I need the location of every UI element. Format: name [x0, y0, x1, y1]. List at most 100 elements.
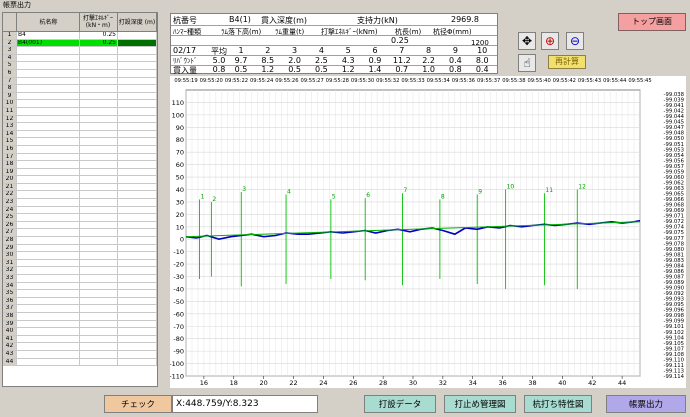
penetration-value: 0.4: [475, 65, 489, 74]
row-pile-name: [17, 115, 80, 123]
pile-list-row[interactable]: 30: [3, 252, 157, 260]
pile-list-row[interactable]: 24: [3, 206, 157, 215]
time-tick-label: 09:55:43: [578, 78, 601, 84]
pile-list-row[interactable]: 7: [3, 77, 157, 86]
pile-list-row[interactable]: 33: [3, 275, 157, 283]
pile-list-row[interactable]: 31: [3, 259, 157, 268]
pile-list-row[interactable]: 14: [3, 130, 157, 139]
waveform-chart[interactable]: 110 100 90 80 70 60 50 40 30 20 10 0 -10 -20 -30 -40 -50…: [169, 76, 686, 388]
pile-list-row[interactable]: 4: [3, 54, 157, 63]
row-depth: [118, 229, 157, 237]
pile-list-row[interactable]: 2 B4(001) 0.25: [3, 39, 157, 48]
pile-list-row[interactable]: 22: [3, 191, 157, 200]
hand-icon[interactable]: ☝: [518, 54, 536, 72]
pile-list-row[interactable]: 38: [3, 312, 157, 321]
time-tick-label: 09:55:38: [502, 78, 525, 84]
row-depth: [118, 214, 157, 221]
pile-list-row[interactable]: 39: [3, 320, 157, 329]
row-energy: [80, 199, 118, 206]
time-tick-label: 09:55:33: [401, 78, 424, 84]
pile-list-row[interactable]: 20: [3, 176, 157, 184]
penet-avg: 0.8: [212, 65, 226, 74]
row-depth: [118, 221, 157, 229]
row-energy: [80, 206, 118, 214]
pile-characteristic-button[interactable]: 杭打ち特性図: [524, 395, 592, 413]
header-pile-name: 杭名称: [17, 13, 80, 31]
pile-list-row[interactable]: 13: [3, 123, 157, 131]
blow-column-number: 6: [372, 46, 378, 55]
x-tick-label: 16: [200, 379, 208, 387]
stop-chart-button[interactable]: 打止め管理図: [444, 395, 516, 413]
pile-list-row[interactable]: 42: [3, 343, 157, 351]
check-button[interactable]: チェック: [104, 395, 172, 413]
pile-list-row[interactable]: 3: [3, 47, 157, 55]
pile-list-row[interactable]: 36: [3, 297, 157, 306]
pile-list-row[interactable]: 19: [3, 168, 157, 177]
pile-list-row[interactable]: 9: [3, 92, 157, 101]
header-energy: 打撃ｴﾈﾙｷﾞｰ (kN・m): [80, 13, 118, 31]
row-depth: [118, 92, 157, 100]
row-number: 23: [3, 199, 17, 206]
y-tick-label: -100: [170, 360, 184, 368]
row-energy: [80, 229, 118, 237]
pile-list-row[interactable]: 25: [3, 214, 157, 222]
pile-list-row[interactable]: 6: [3, 69, 157, 78]
top-screen-button[interactable]: トップ画面: [618, 13, 686, 31]
recalculate-button[interactable]: 再計算: [548, 55, 586, 69]
pile-list-row[interactable]: 29: [3, 244, 157, 253]
blow-marker-label: 8: [441, 193, 445, 200]
move-icon[interactable]: ✥: [518, 32, 536, 50]
time-tick-label: 09:55:30: [351, 78, 374, 84]
pile-list-row[interactable]: 8: [3, 85, 157, 93]
pile-list-row[interactable]: 15: [3, 138, 157, 146]
zoom-in-icon[interactable]: ⊕: [541, 32, 559, 50]
blow-column-number: 5: [345, 46, 351, 55]
row-pile-name: [17, 297, 80, 305]
bearing-label: 支持力(kN): [357, 16, 398, 25]
pile-list-row[interactable]: 17: [3, 153, 157, 162]
time-tick-label: 09:55:45: [628, 78, 651, 84]
pile-list-row[interactable]: 40: [3, 328, 157, 336]
row-number: 10: [3, 100, 17, 107]
row-energy: [80, 130, 118, 138]
chart-svg[interactable]: 1101009080706050403020100-10-20-30-40-50…: [169, 76, 686, 388]
row-number: 44: [3, 358, 17, 366]
pile-list-row[interactable]: 21: [3, 183, 157, 192]
row-pile-name: [17, 123, 80, 130]
pile-list-row[interactable]: 11: [3, 107, 157, 116]
pile-list-row[interactable]: 32: [3, 267, 157, 275]
pile-list-row[interactable]: 44: [3, 358, 157, 367]
pile-list-row[interactable]: 23: [3, 199, 157, 207]
pile-list-row[interactable]: 28: [3, 237, 157, 245]
pile-list-row[interactable]: 12: [3, 115, 157, 124]
pile-list-grid[interactable]: 杭名称 打撃ｴﾈﾙｷﾞｰ (kN・m) 打設深度 (m) 1 B4 0.25 2 B4(…: [2, 12, 158, 387]
pile-list-row[interactable]: 37: [3, 305, 157, 313]
pile-list-row[interactable]: 10: [3, 100, 157, 108]
pile-list-row[interactable]: 1 B4 0.25: [3, 32, 157, 40]
pile-list-row[interactable]: 43: [3, 350, 157, 359]
time-tick-label: 09:55:40: [527, 78, 550, 84]
blow-column-number: 4: [318, 46, 324, 55]
row-energy: [80, 290, 118, 297]
report-output-button[interactable]: 帳票出力: [606, 395, 686, 413]
drive-data-button[interactable]: 打設データ: [364, 395, 436, 413]
pile-list-row[interactable]: 26: [3, 221, 157, 230]
pile-list-row[interactable]: 5: [3, 62, 157, 70]
pile-list-row[interactable]: 27: [3, 229, 157, 238]
row-number: 32: [3, 267, 17, 274]
y-tick-label: 100: [172, 111, 184, 119]
row-pile-name: [17, 107, 80, 115]
rebound-avg: 5.0: [212, 56, 226, 65]
pile-list-row[interactable]: 18: [3, 161, 157, 169]
blow-marker-label: 3: [242, 186, 246, 193]
row-energy: [80, 358, 118, 366]
row-energy: [80, 69, 118, 77]
pile-list-row[interactable]: 35: [3, 290, 157, 298]
row-depth: [118, 335, 157, 343]
pile-list-row[interactable]: 34: [3, 282, 157, 291]
penetration-value: 0.5: [315, 65, 328, 74]
zoom-out-icon[interactable]: ⊖: [566, 32, 584, 50]
row-number: 16: [3, 145, 17, 153]
pile-list-row[interactable]: 41: [3, 335, 157, 344]
pile-list-row[interactable]: 16: [3, 145, 157, 154]
